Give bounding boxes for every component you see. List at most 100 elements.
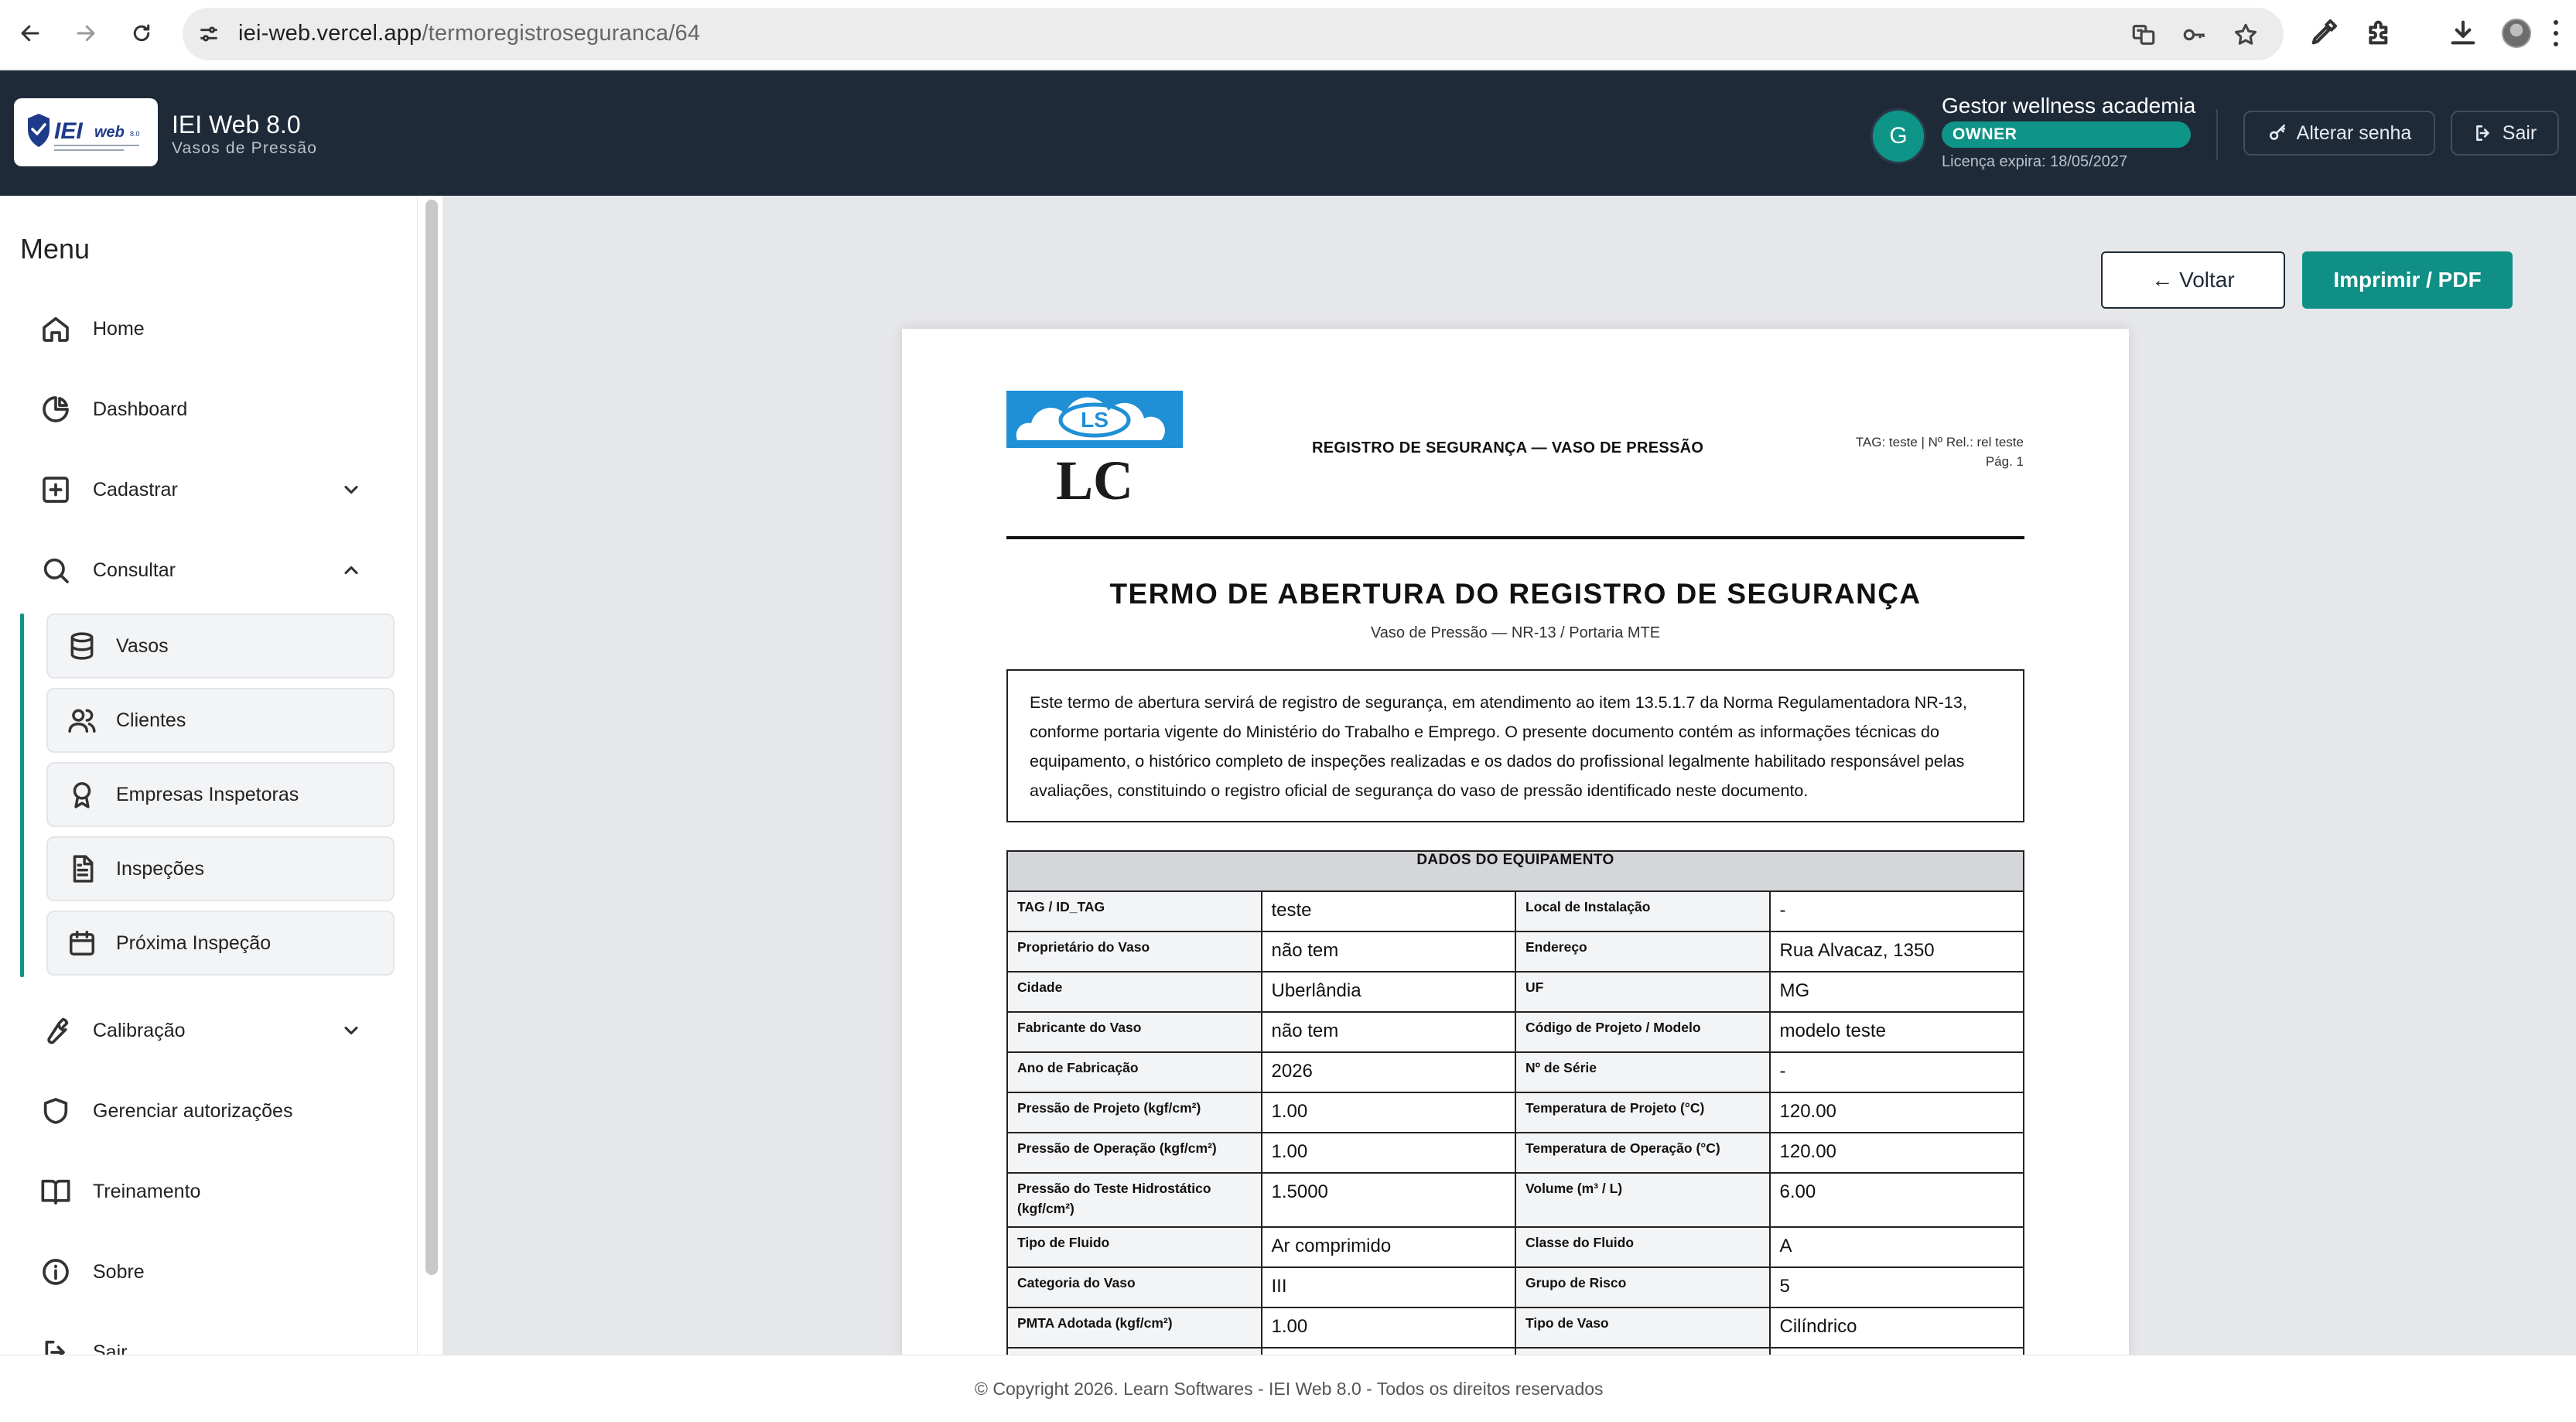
table-row: Fabricante do Vaso não tem Código de Proje… [1006,1011,2024,1053]
svg-text:LS: LS [1081,408,1109,432]
field-label [1515,1347,1771,1355]
password-key-icon[interactable] [2181,22,2208,48]
site-settings-icon[interactable] [196,22,221,46]
sidebar-item-label: Sobre [93,1260,145,1283]
sidebar-item-label: Cadastrar [93,478,178,501]
translate-icon[interactable] [2130,22,2157,48]
sidebar-item-label: Dashboard [93,398,188,420]
reload-icon[interactable] [124,15,159,51]
field-value: 1.00 [1260,1307,1516,1349]
role-badge: OWNER [1942,121,2191,148]
menu-title: Menu [20,233,91,265]
field-value: 120.00 [1768,1132,2024,1174]
table-row: Ano de Fabricação 2026 Nº de Série - [1006,1051,2024,1093]
logout-button[interactable]: Sair [2451,111,2559,156]
url-text[interactable]: iei-web.vercel.app/termoregistroseguranc… [238,21,700,46]
browser-menu-icon[interactable] [2551,17,2561,50]
field-value: teste [1260,890,1516,932]
logout-icon [2475,125,2489,141]
back-arrow-icon[interactable] [12,15,48,51]
table-row: Cidade Uberlândia UF MG [1006,971,2024,1013]
address-bar[interactable]: iei-web.vercel.app/termoregistroseguranc… [183,8,2284,60]
license-expiry: Licença expira: 18/05/2027 [1942,153,2128,170]
field-value: - [1768,890,2024,932]
iei-web-logo[interactable]: IEI web 8.0 [14,98,158,166]
submenu-item-vasos[interactable]: Vasos [46,614,395,679]
shield-icon [39,1094,73,1128]
users-icon [65,703,99,737]
browser-profile-avatar[interactable] [2502,19,2531,48]
submenu-item-empresas-inspetoras[interactable]: Empresas Inspetoras [46,762,395,827]
field-value: não tem [1260,1011,1516,1053]
field-label: Pressão do Teste Hidrostático (kgf/cm²) [1006,1172,1262,1228]
footer: © Copyright 2026. Learn Softwares - IEI … [0,1355,2576,1422]
sidebar-item-autorizacoes[interactable]: Gerenciar autorizações [39,1088,379,1134]
change-password-button[interactable]: Alterar senha [2243,111,2435,156]
field-label: Classe do Fluido [1515,1226,1771,1268]
logout-icon [39,1335,73,1355]
submenu-item-inspecoes[interactable]: Inspeções [46,836,395,901]
key-icon [2269,124,2285,140]
user-avatar: G [1871,108,1926,164]
table-row: Pressão do Teste Hidrostático (kgf/cm²) 1… [1006,1172,2024,1228]
sidebar-item-cadastrar[interactable]: Cadastrar [39,467,379,513]
sidebar-item-treinamento[interactable]: Treinamento [39,1168,379,1215]
submenu-item-label: Vasos [116,634,169,657]
sidebar-item-label: Consultar [93,559,176,581]
field-label: Fabricante do Vaso [1006,1011,1262,1053]
field-value: A [1768,1226,2024,1268]
svg-text:LC: LC [1056,450,1133,507]
table-row: PMTA Adotada (kgf/cm²) 1.00 Tipo de Vaso Ci… [1006,1307,2024,1349]
field-label: Cidade [1006,971,1262,1013]
field-value [1260,1347,1516,1355]
chevron-down-icon[interactable] [340,1020,362,1041]
field-value: Uberlândia [1260,971,1516,1013]
field-value: 2026 [1260,1051,1516,1093]
field-label: Tipo de Fluido [1006,1226,1262,1268]
forward-arrow-icon[interactable] [68,15,104,51]
sidebar-item-dashboard[interactable]: Dashboard [39,386,379,432]
submenu-item-clientes[interactable]: Clientes [46,688,395,753]
table-row: Proprietário do Vaso não tem Endereço Rua A… [1006,931,2024,972]
chevron-down-icon[interactable] [340,479,362,501]
user-name: Gestor wellness academia [1942,94,2196,118]
field-value: modelo teste [1768,1011,2024,1053]
field-label: PMTA Adotada (kgf/cm²) [1006,1307,1262,1349]
field-label: Grupo de Risco [1515,1266,1771,1308]
document-title: TERMO DE ABERTURA DO REGISTRO DE SEGURAN… [1109,578,1922,610]
submenu-item-label: Próxima Inspeção [116,931,272,954]
sidebar-item-consultar[interactable]: Consultar [39,547,379,593]
download-icon[interactable] [2448,17,2479,48]
company-logo: LS LC [1006,391,1183,511]
home-icon [39,312,73,346]
bookmark-star-icon[interactable] [2233,22,2259,48]
sidebar-item-sair[interactable]: Sair [39,1329,379,1355]
table-row [1006,1347,2024,1355]
submenu-item-proxima-inspecao[interactable]: Próxima Inspeção [46,911,395,976]
print-pdf-button[interactable]: Imprimir / PDF [2302,251,2513,309]
sidebar-item-sobre[interactable]: Sobre [39,1249,379,1295]
field-label: Temperatura de Projeto (°C) [1515,1092,1771,1133]
app-title: IEI Web 8.0 [172,111,301,138]
sidebar-item-home[interactable]: Home [39,306,379,352]
field-value: não tem [1260,931,1516,972]
field-label: Volume (m³ / L) [1515,1172,1771,1228]
opening-paragraph: Este termo de abertura servirá de regist… [1006,669,2024,822]
table-row: Tipo de Fluido Ar comprimido Classe do Flu… [1006,1226,2024,1268]
app-subtitle: Vasos de Pressão [172,139,318,157]
eyedropper-icon[interactable] [2308,17,2339,48]
extensions-puzzle-icon[interactable] [2364,17,2395,48]
plus-square-icon [39,473,73,507]
table-row: TAG / ID_TAG teste Local de Instalação - [1006,890,2024,932]
field-label [1006,1347,1262,1355]
browser-toolbar: iei-web.vercel.app/termoregistroseguranc… [0,0,2576,70]
chevron-up-icon[interactable] [340,559,362,581]
svg-text:8.0: 8.0 [130,130,140,138]
award-icon [65,778,99,812]
tag-line: TAG: teste | Nº Rel.: rel teste [1855,435,2024,450]
search-icon [39,553,73,587]
sidebar-item-calibracao[interactable]: Calibração [39,1007,379,1054]
change-password-label: Alterar senha [2296,121,2412,144]
sidebar-scrollbar[interactable] [425,200,438,1275]
back-button[interactable]: ← Voltar [2101,251,2285,309]
